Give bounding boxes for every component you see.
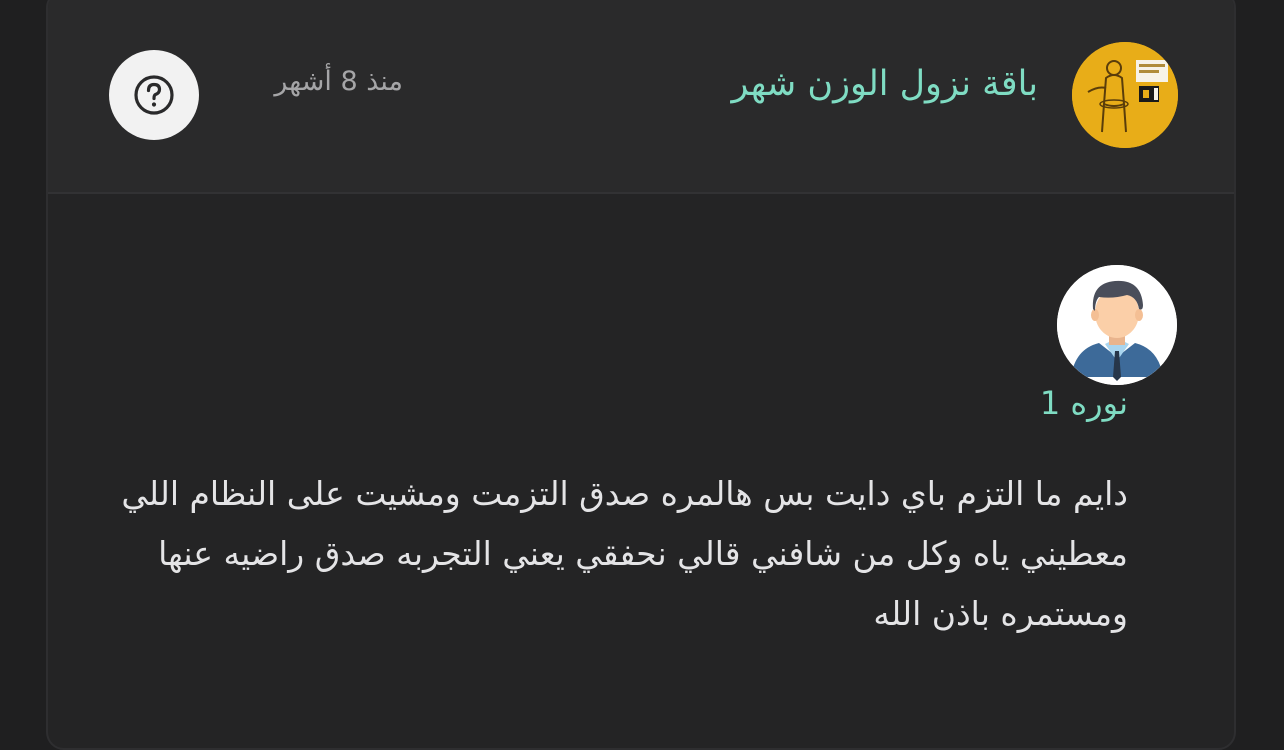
product-title[interactable]: باقة نزول الوزن شهر [731, 64, 1038, 104]
help-button[interactable] [109, 50, 199, 140]
review-text: دايم ما التزم باي دايت بس هالمره صدق الت… [121, 474, 1128, 633]
reviewer-name: نوره 1 [1039, 384, 1128, 422]
review-timestamp: منذ 8 أشهر [274, 66, 403, 97]
review-card: باقة نزول الوزن شهر منذ 8 أشهر نوره 1 دا… [46, 0, 1236, 750]
user-avatar-icon [1057, 265, 1177, 385]
product-thumbnail[interactable] [1072, 42, 1178, 148]
avatar [1057, 265, 1177, 385]
review-card-header: باقة نزول الوزن شهر منذ 8 أشهر [48, 0, 1234, 194]
question-circle-icon [134, 75, 174, 115]
weight-loss-package-thumbnail-icon [1072, 42, 1178, 148]
